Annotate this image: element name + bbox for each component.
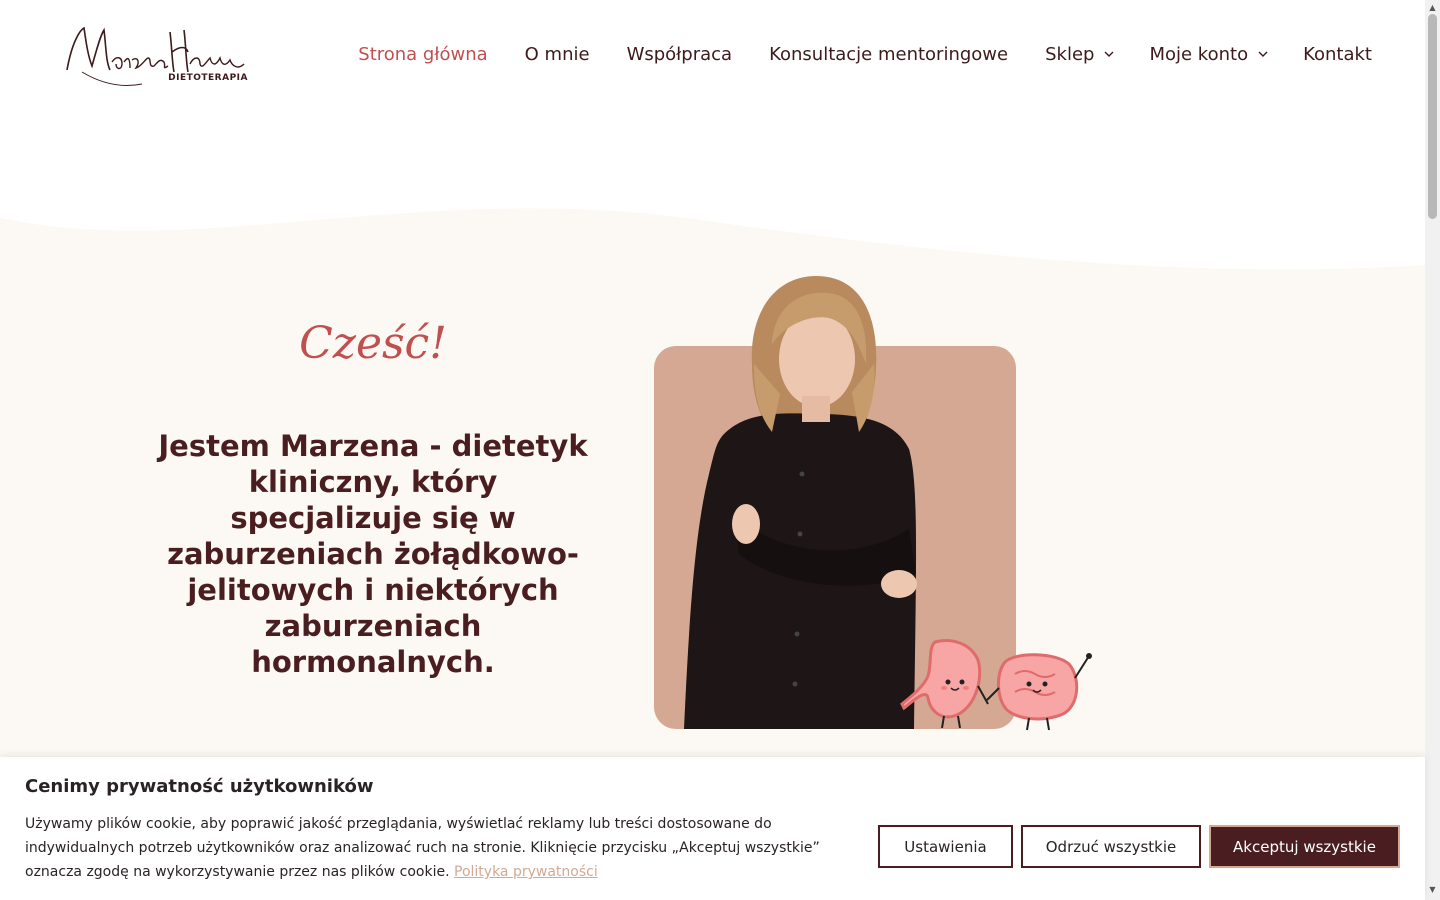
nav-item-label: Sklep — [1045, 44, 1095, 65]
nav-item-contact[interactable]: Kontakt — [1303, 44, 1372, 65]
hero-greeting: Cześć! — [299, 318, 447, 369]
scroll-down-arrow-icon[interactable]: ▼ — [1428, 885, 1437, 894]
cookie-text: Używamy plików cookie, aby poprawić jako… — [25, 812, 845, 884]
nav-item-label: Moje konto — [1149, 44, 1249, 65]
nav-item-home[interactable]: Strona główna — [358, 44, 487, 65]
nav-item-label: O mnie — [524, 44, 590, 65]
site-header: DIETOTERAPIA Strona główna O mnie Współp… — [0, 0, 1425, 115]
nav-item-label: Kontakt — [1303, 44, 1372, 65]
nav-item-about[interactable]: O mnie — [525, 44, 590, 65]
page-scrollbar[interactable]: ▲ ▼ — [1425, 0, 1440, 900]
nav-item-account[interactable]: Moje konto — [1149, 44, 1268, 65]
nav-item-shop[interactable]: Sklep — [1045, 44, 1114, 65]
nav-item-label: Współpraca — [626, 44, 733, 65]
stomach-mascot-icon — [900, 636, 990, 732]
nav-item-cooperation[interactable]: Współpraca — [627, 44, 733, 65]
nav-item-label: Strona główna — [358, 44, 488, 65]
logo[interactable]: DIETOTERAPIA — [62, 22, 248, 94]
cookie-reject-all-button[interactable]: Odrzuć wszystkie — [1021, 825, 1201, 868]
main-nav: Strona główna O mnie Współpraca Konsulta… — [321, 44, 1372, 65]
chevron-down-icon — [1104, 49, 1114, 57]
cookie-settings-button[interactable]: Ustawienia — [878, 825, 1013, 868]
scroll-up-arrow-icon[interactable]: ▲ — [1428, 3, 1437, 12]
cookie-accept-all-button[interactable]: Akceptuj wszystkie — [1209, 825, 1400, 868]
intestine-mascot-icon — [985, 648, 1093, 732]
scrollbar-thumb[interactable] — [1428, 14, 1437, 219]
nav-item-label: Konsultacje mentoringowe — [769, 44, 1009, 65]
cookie-title: Cenimy prywatność użytkowników — [25, 776, 374, 797]
chevron-down-icon — [1258, 49, 1268, 57]
cookie-banner: Cenimy prywatność użytkowników Używamy p… — [0, 757, 1425, 900]
hero-headline: Jestem Marzena - dietetyk kliniczny, któ… — [158, 429, 588, 679]
cookie-description: Używamy plików cookie, aby poprawić jako… — [25, 816, 820, 880]
logo-subtitle: DIETOTERAPIA — [168, 73, 248, 83]
nav-item-mentoring[interactable]: Konsultacje mentoringowe — [769, 44, 1008, 65]
privacy-policy-link[interactable]: Polityka prywatności — [454, 864, 598, 880]
logo-signature — [66, 26, 245, 86]
